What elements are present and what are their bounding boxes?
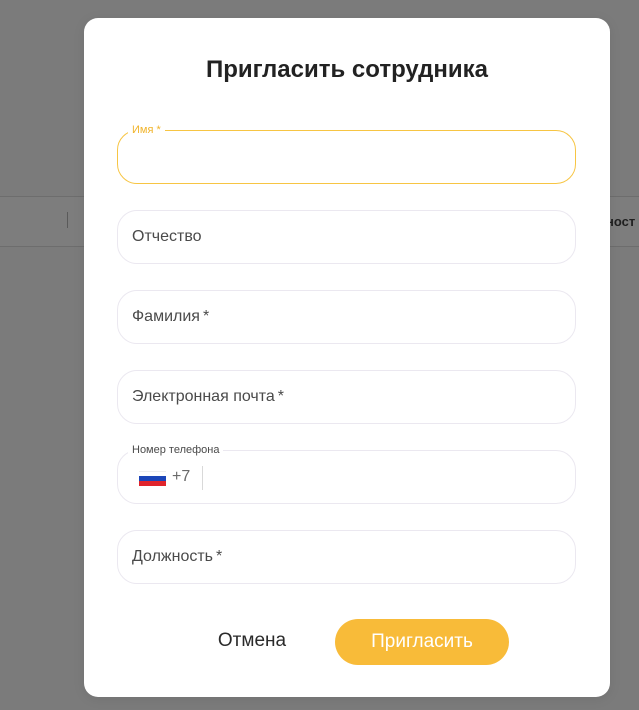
phone-label: Номер телефона <box>128 443 224 457</box>
phone-country-code: +7 <box>172 468 191 485</box>
phone-separator <box>202 466 203 490</box>
position-label: Должность * <box>132 548 223 565</box>
first-name-input[interactable] <box>132 145 556 171</box>
first-name-label: Имя * <box>128 123 165 137</box>
phone-field[interactable]: Номер телефона +7 <box>117 443 576 504</box>
patronymic-label: Отчество <box>132 228 202 245</box>
modal-title: Пригласить сотрудника <box>205 56 489 83</box>
cancel-button[interactable]: Отмена <box>204 619 300 663</box>
position-field[interactable]: Должность * <box>117 530 576 584</box>
background-column-header: ност <box>606 214 636 229</box>
invite-employee-modal: Пригласить сотрудника Имя * Отчество Фам… <box>84 18 610 697</box>
email-label: Электронная почта * <box>132 388 285 405</box>
last-name-field[interactable]: Фамилия * <box>117 290 576 344</box>
last-name-label: Фамилия * <box>132 308 210 325</box>
background-column-divider <box>67 212 68 228</box>
patronymic-field[interactable]: Отчество <box>117 210 576 264</box>
russia-flag-icon[interactable] <box>139 471 166 486</box>
phone-input[interactable] <box>212 465 566 491</box>
first-name-field[interactable]: Имя * <box>117 123 576 184</box>
invite-button[interactable]: Пригласить <box>335 619 509 665</box>
email-field[interactable]: Электронная почта * <box>117 370 576 424</box>
